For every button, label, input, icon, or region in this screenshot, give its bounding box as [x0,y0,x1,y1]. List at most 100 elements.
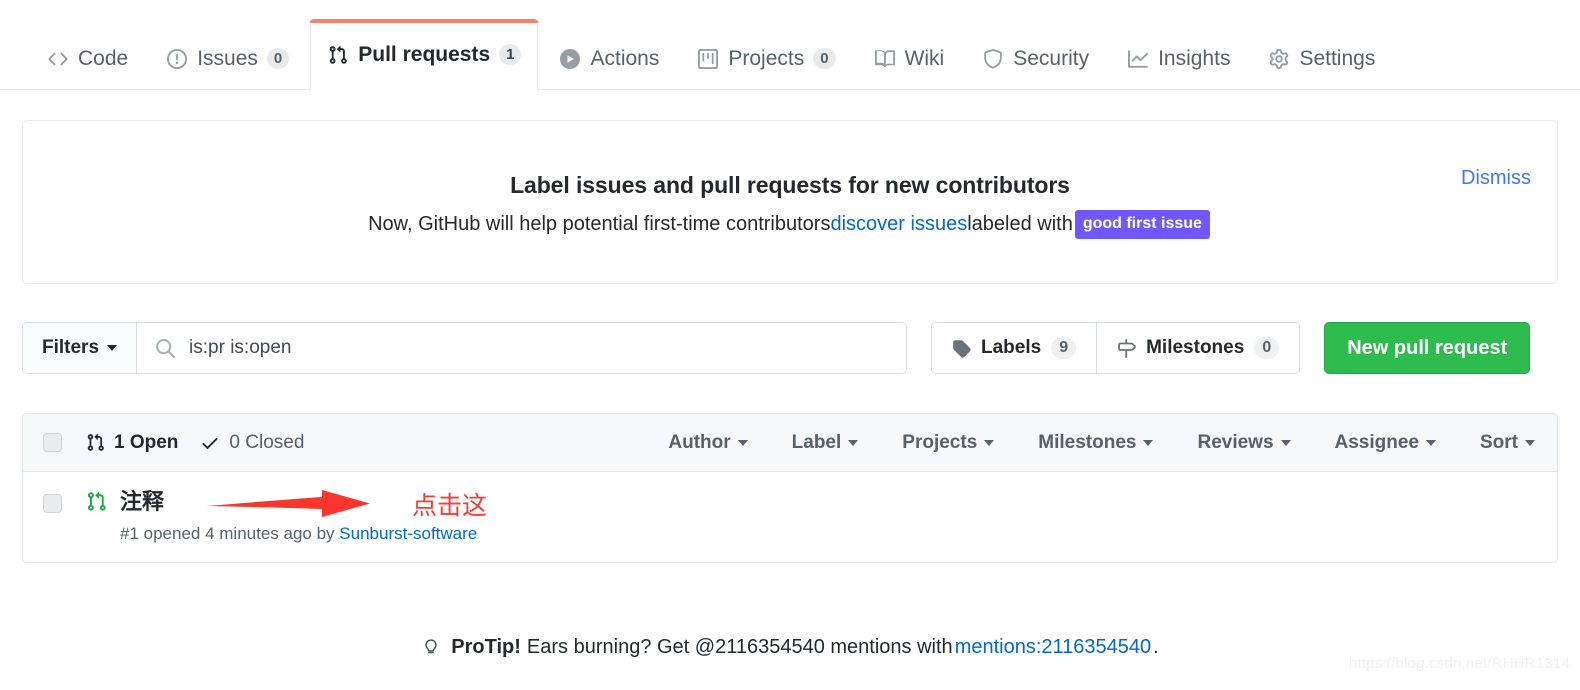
banner-text-after: labeled with [967,212,1073,235]
book-icon [874,48,896,70]
graph-icon [1127,48,1149,70]
label-dropdown-label: Label [791,431,842,453]
new-pull-request-button[interactable]: New pull request [1324,322,1531,374]
chevron-down-icon [1525,439,1535,446]
repo-nav-list: Code Issues 0 Pull requests 1 Actions Pr… [0,0,1580,91]
mentions-filter-link[interactable]: mentions:2116354540 [955,636,1151,659]
milestones-dropdown-label: Milestones [1038,431,1137,453]
reviews-dropdown[interactable]: Reviews [1197,431,1291,454]
projects-dropdown-label: Projects [902,431,978,453]
milestones-button[interactable]: Milestones 0 [1096,323,1300,373]
tab-actions[interactable]: Actions [542,26,676,90]
labels-milestones-group: Labels 9 Milestones 0 [931,322,1301,374]
tab-settings-label: Settings [1299,46,1376,70]
banner-text-before: Now, GitHub will help potential first-ti… [368,212,831,235]
sort-dropdown-label: Sort [1480,431,1518,453]
milestone-icon [1117,338,1137,358]
filters-dropdown-button[interactable]: Filters [23,323,138,373]
tab-settings[interactable]: Settings [1251,26,1392,90]
closed-count-label: 0 Closed [229,431,305,453]
repo-nav: Code Issues 0 Pull requests 1 Actions Pr… [0,0,1580,91]
tab-pull-requests-count: 1 [499,44,522,65]
pull-request-list: 1 Open 0 Closed Author Label Projects Mi… [22,413,1558,563]
good-first-issue-badge: good first issue [1074,209,1210,239]
tab-pull-requests[interactable]: Pull requests 1 [310,19,539,91]
milestones-label: Milestones [1146,337,1245,358]
closed-count-filter[interactable]: 0 Closed [200,432,304,454]
tab-projects-label: Projects [728,46,805,70]
select-all-checkbox[interactable] [43,433,62,452]
git-pull-request-icon [327,44,349,66]
row-checkbox[interactable] [43,494,62,513]
tab-wiki[interactable]: Wiki [857,26,962,90]
tab-issues-label: Issues [197,46,258,70]
assignee-dropdown-label: Assignee [1334,431,1419,453]
open-count-label: 1 Open [114,431,179,453]
tab-wiki-label: Wiki [904,46,945,70]
check-icon [200,433,220,453]
chevron-down-icon [1143,439,1154,446]
tab-actions-label: Actions [590,46,660,70]
milestones-dropdown[interactable]: Milestones [1038,431,1154,454]
tab-issues-count: 0 [266,48,290,69]
protip-text: Ears burning? Get @2116354540 mentions w… [526,636,953,658]
label-dropdown[interactable]: Label [792,432,859,454]
protip-period: . [1153,636,1159,658]
discover-issues-link[interactable]: discover issues [830,213,967,236]
shield-icon [982,48,1004,70]
pull-request-meta-prefix: #1 opened 4 minutes ago by [120,523,340,543]
github-pull-requests-page: Code Issues 0 Pull requests 1 Actions Pr… [0,0,1580,690]
open-count-filter[interactable]: 1 Open [86,432,178,454]
tab-code-label: Code [78,46,129,70]
chevron-down-icon [1426,439,1436,446]
project-icon [697,48,719,70]
projects-dropdown[interactable]: Projects [902,431,995,454]
labels-label: Labels [981,337,1042,358]
author-dropdown-label: Author [668,431,731,453]
tab-issues[interactable]: Issues 0 [149,26,306,90]
tab-insights-label: Insights [1158,46,1231,70]
state-filter-group: 1 Open 0 Closed [86,432,304,454]
tab-projects[interactable]: Projects 0 [680,26,852,90]
code-icon [47,48,69,70]
tab-security[interactable]: Security [965,26,1106,90]
tab-security-label: Security [1013,46,1090,70]
table-row[interactable]: 注释 #1 opened 4 minutes ago by Sunburst-s… [23,472,1557,562]
light-bulb-icon [421,638,441,658]
protip-footer: ProTip! Ears burning? Get @2116354540 me… [0,636,1580,659]
sort-dropdown[interactable]: Sort [1480,432,1535,454]
search-group: Filters is:pr is:open [22,322,907,374]
pull-request-title-link[interactable]: 注释 [120,488,1539,516]
banner-content: Label issues and pull requests for new c… [23,121,1557,283]
tab-pull-requests-label: Pull requests [358,42,491,66]
chevron-down-icon [984,439,995,446]
labels-count: 9 [1051,337,1077,359]
filters-label: Filters [42,337,100,358]
pull-request-list-header: 1 Open 0 Closed Author Label Projects Mi… [23,414,1557,472]
tab-code[interactable]: Code [30,26,145,90]
chevron-down-icon [107,345,118,351]
tag-icon [952,339,971,358]
git-pull-request-icon [86,491,107,512]
banner-subtitle: Now, GitHub will help potential first-ti… [368,209,1212,239]
tab-insights[interactable]: Insights [1110,26,1247,90]
dismiss-banner-link[interactable]: Dismiss [1461,167,1531,190]
pull-request-author-link[interactable]: Sunburst-software [339,524,477,543]
watermark: https://blog.csdn.net/RHHR1314 [1348,655,1570,672]
chevron-down-icon [848,439,859,446]
gear-icon [1268,48,1290,70]
filter-bar: Filters is:pr is:open Labels 9 Milestone… [22,322,1558,374]
git-pull-request-icon [86,433,105,452]
assignee-dropdown[interactable]: Assignee [1335,432,1436,454]
tab-projects-count: 0 [813,48,836,69]
pull-request-entry: 注释 #1 opened 4 minutes ago by Sunburst-s… [120,488,1539,544]
labels-button[interactable]: Labels 9 [932,323,1097,373]
author-dropdown[interactable]: Author [668,431,748,454]
chevron-down-icon [737,439,748,446]
banner-title: Label issues and pull requests for new c… [510,171,1070,198]
protip-label: ProTip! [451,636,521,658]
list-filter-dropdowns: Author Label Projects Milestones Reviews [668,432,1539,454]
search-input[interactable]: is:pr is:open [137,323,906,373]
reviews-dropdown-label: Reviews [1197,431,1274,453]
pull-request-meta: #1 opened 4 minutes ago by Sunburst-soft… [120,524,1539,544]
